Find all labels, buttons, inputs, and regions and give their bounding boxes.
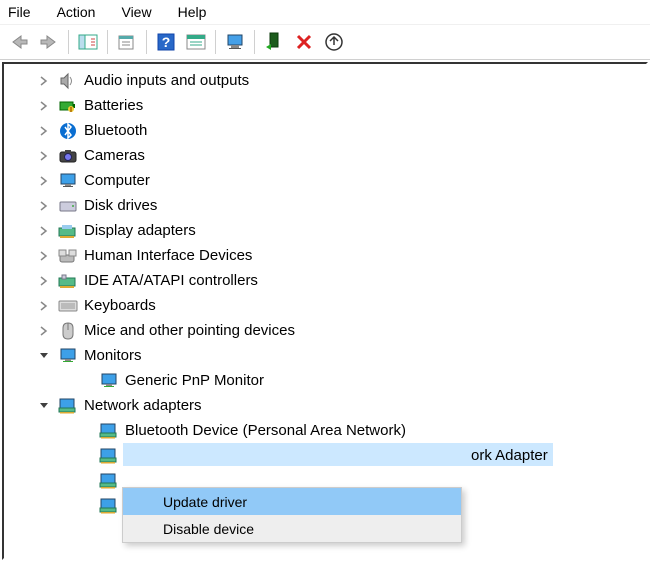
toolbar-separator — [254, 30, 255, 54]
menu-view[interactable]: View — [119, 2, 153, 22]
chevron-right-icon[interactable] — [38, 225, 50, 237]
ide-controller-icon — [58, 272, 78, 290]
enable-device-button[interactable] — [259, 27, 289, 57]
tree-node-keyboards[interactable]: Keyboards — [4, 293, 646, 318]
tree-node-label: Disk drives — [84, 197, 157, 214]
tree-node-cameras[interactable]: Cameras — [4, 143, 646, 168]
context-menu-item-label: Disable device — [163, 521, 254, 537]
tree-node-label: ork Adapter — [125, 447, 548, 464]
menu-action[interactable]: Action — [55, 2, 98, 22]
disk-icon — [58, 197, 78, 215]
tree-node-display-adapters[interactable]: Display adapters — [4, 218, 646, 243]
chevron-down-icon[interactable] — [38, 350, 50, 362]
properties-button[interactable] — [112, 27, 142, 57]
toolbar-separator — [215, 30, 216, 54]
monitor-icon — [58, 172, 78, 190]
keyboard-icon — [58, 297, 78, 315]
device-tree-pane: Audio inputs and outputs Batteries Bluet… — [2, 62, 648, 560]
chevron-right-icon[interactable] — [38, 200, 50, 212]
tree-node-hid[interactable]: Human Interface Devices — [4, 243, 646, 268]
network-adapter-icon — [58, 397, 78, 415]
scan-hardware-button[interactable] — [220, 27, 250, 57]
tree-node-label: Human Interface Devices — [84, 247, 252, 264]
device-tree[interactable]: Audio inputs and outputs Batteries Bluet… — [4, 66, 646, 518]
hid-icon — [58, 247, 78, 265]
chevron-right-icon[interactable] — [38, 125, 50, 137]
network-adapter-icon — [99, 497, 119, 515]
tree-node-label: Bluetooth Device (Personal Area Network) — [125, 422, 406, 439]
show-hide-console-button[interactable] — [73, 27, 103, 57]
chevron-right-icon[interactable] — [38, 75, 50, 87]
tree-node-label: Monitors — [84, 347, 142, 364]
tree-node-computer[interactable]: Computer — [4, 168, 646, 193]
toolbar: ? — [0, 24, 650, 60]
toolbar-separator — [107, 30, 108, 54]
battery-icon — [58, 97, 78, 115]
tree-node-mice[interactable]: Mice and other pointing devices — [4, 318, 646, 343]
tree-node-label: Mice and other pointing devices — [84, 322, 295, 339]
chevron-right-icon[interactable] — [38, 325, 50, 337]
tree-node-label: Display adapters — [84, 222, 196, 239]
context-menu: Update driver Disable device — [122, 487, 462, 543]
monitor-green-icon — [58, 347, 78, 365]
tree-node-label: Audio inputs and outputs — [84, 72, 249, 89]
network-adapter-icon — [99, 472, 119, 490]
network-adapter-icon — [99, 447, 119, 465]
context-menu-update-driver[interactable]: Update driver — [123, 488, 461, 515]
tree-node-label: IDE ATA/ATAPI controllers — [84, 272, 258, 289]
toolbar-window-button[interactable] — [181, 27, 211, 57]
update-driver-button[interactable] — [319, 27, 349, 57]
chevron-right-icon[interactable] — [38, 100, 50, 112]
back-button[interactable] — [4, 27, 34, 57]
network-adapter-icon — [99, 422, 119, 440]
toolbar-separator — [146, 30, 147, 54]
tree-node-batteries[interactable]: Batteries — [4, 93, 646, 118]
chevron-right-icon[interactable] — [38, 275, 50, 287]
disable-device-button[interactable] — [289, 27, 319, 57]
tree-node-network-adapters[interactable]: Network adapters — [4, 393, 646, 418]
chevron-right-icon[interactable] — [38, 150, 50, 162]
display-adapter-icon — [58, 222, 78, 240]
tree-node-label: Cameras — [84, 147, 145, 164]
tree-node-audio[interactable]: Audio inputs and outputs — [4, 68, 646, 93]
tree-node-label: Generic PnP Monitor — [125, 372, 264, 389]
camera-icon — [58, 147, 78, 165]
tree-node-bluetooth[interactable]: Bluetooth — [4, 118, 646, 143]
chevron-right-icon[interactable] — [38, 175, 50, 187]
tree-node-label: Network adapters — [84, 397, 202, 414]
speaker-icon — [58, 72, 78, 90]
tree-node-ide[interactable]: IDE ATA/ATAPI controllers — [4, 268, 646, 293]
tree-node-generic-pnp-monitor[interactable]: Generic PnP Monitor — [4, 368, 646, 393]
context-menu-item-label: Update driver — [163, 494, 247, 510]
help-button[interactable]: ? — [151, 27, 181, 57]
menu-bar: File Action View Help — [0, 0, 650, 24]
chevron-down-icon[interactable] — [38, 400, 50, 412]
tree-node-wireless-adapter[interactable]: ork Adapter — [4, 443, 646, 468]
bluetooth-icon — [58, 122, 78, 140]
tree-node-label: Bluetooth — [84, 122, 147, 139]
chevron-right-icon[interactable] — [38, 250, 50, 262]
tree-node-monitors[interactable]: Monitors — [4, 343, 646, 368]
svg-text:?: ? — [162, 34, 171, 50]
forward-button[interactable] — [34, 27, 64, 57]
monitor-green-icon — [99, 372, 119, 390]
tree-node-label: Batteries — [84, 97, 143, 114]
tree-node-bt-pan[interactable]: Bluetooth Device (Personal Area Network) — [4, 418, 646, 443]
menu-help[interactable]: Help — [176, 2, 209, 22]
chevron-right-icon[interactable] — [38, 300, 50, 312]
tree-node-disk-drives[interactable]: Disk drives — [4, 193, 646, 218]
menu-file[interactable]: File — [6, 2, 33, 22]
toolbar-separator — [68, 30, 69, 54]
context-menu-disable-device[interactable]: Disable device — [123, 515, 461, 542]
mouse-icon — [58, 322, 78, 340]
tree-node-label: Computer — [84, 172, 150, 189]
tree-node-label: Keyboards — [84, 297, 156, 314]
